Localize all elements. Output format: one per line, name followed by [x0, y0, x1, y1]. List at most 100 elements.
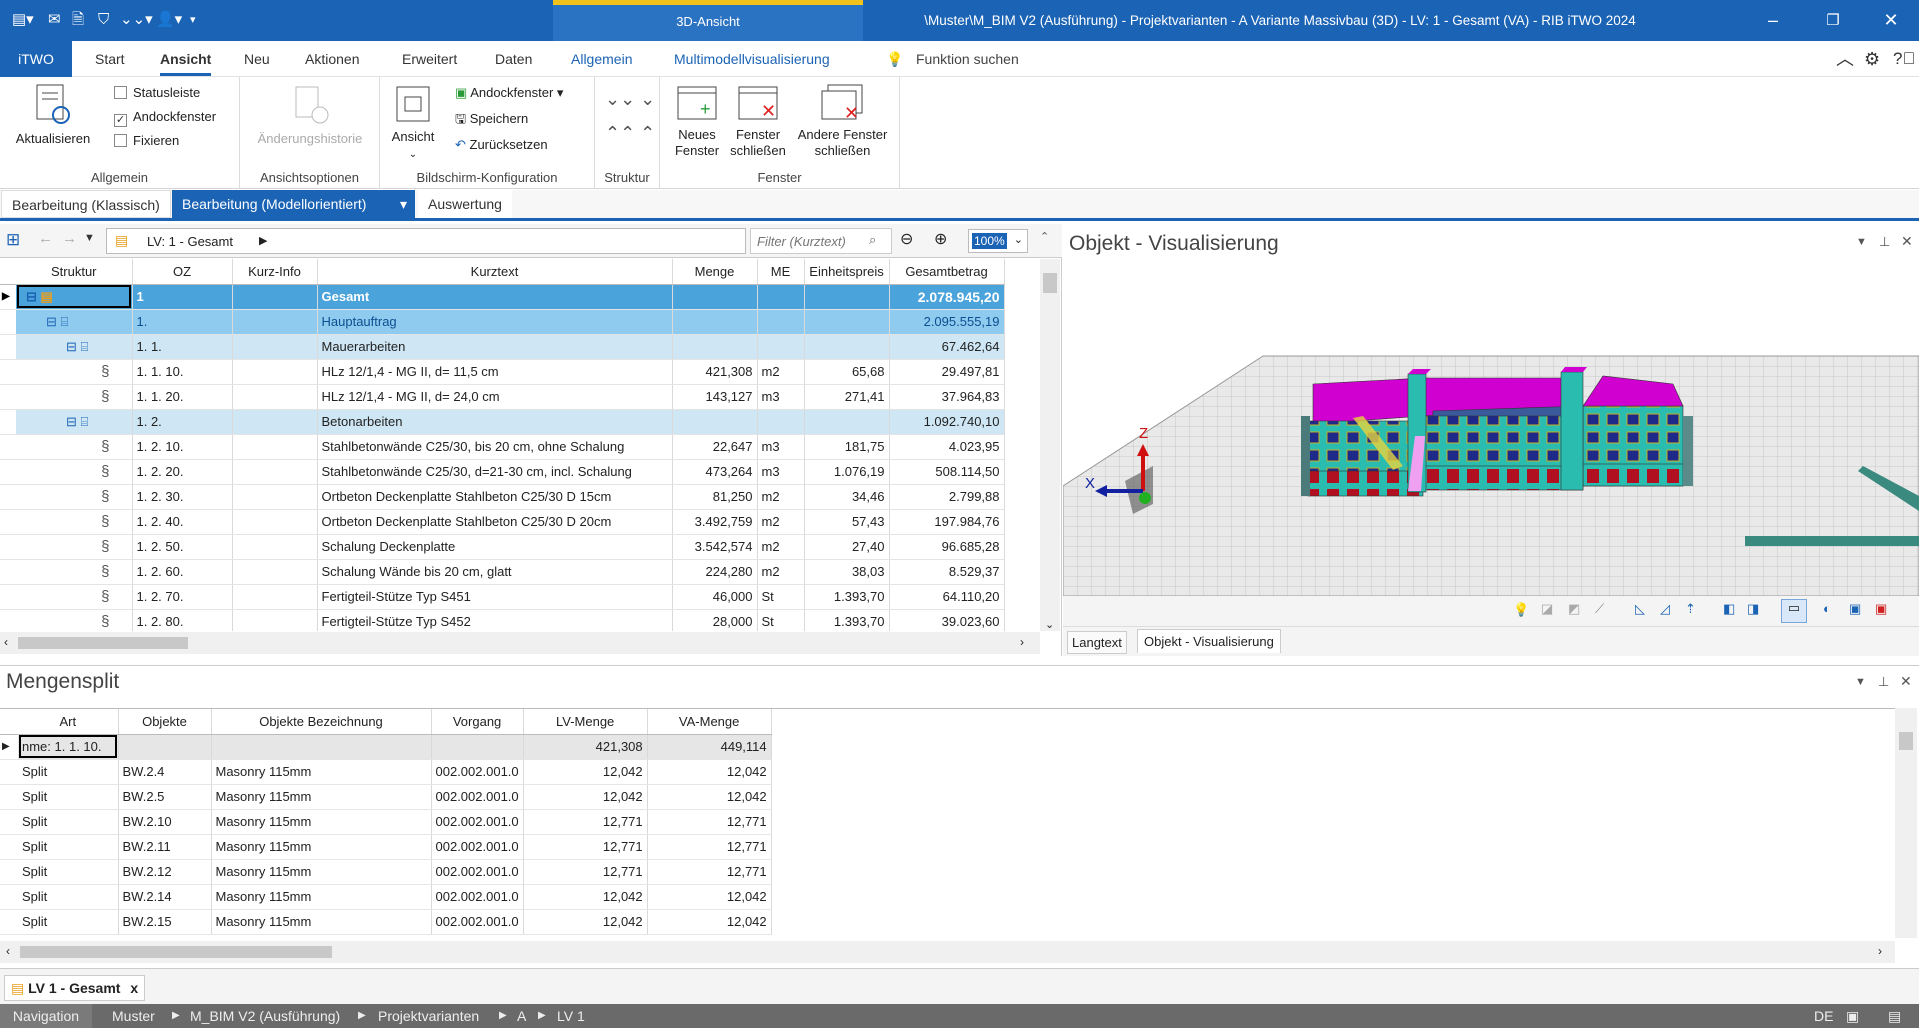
lv-row[interactable]: § 1. 1. 20. HLz 12/1,4 - MG II, d= 24,0 cm… [0, 384, 1005, 410]
row-selector[interactable] [0, 509, 16, 535]
cell-art[interactable]: Split [18, 809, 119, 835]
cell-menge[interactable]: 3.542,574 [672, 534, 758, 560]
tab-neu[interactable]: Neu [244, 41, 270, 77]
cell-me[interactable]: m2 [757, 484, 805, 510]
crumb-mbim[interactable]: M_BIM V2 (Ausführung) [190, 1004, 340, 1028]
cell-va-menge[interactable]: 12,771 [647, 809, 772, 835]
cell-menge[interactable]: 421,308 [672, 359, 758, 385]
collapse-all-icon[interactable]: ⌄⌄▾ [120, 9, 153, 31]
cell-vorgang[interactable]: 002.002.001.0 [431, 759, 524, 785]
cell-vorgang[interactable]: 002.002.001.0 [431, 909, 524, 935]
cell-lv-menge[interactable]: 12,771 [523, 859, 648, 885]
tab-ansicht[interactable]: Ansicht [160, 41, 212, 76]
ms-hscroll-thumb[interactable] [20, 946, 332, 958]
lv-vscroll-thumb[interactable] [1043, 273, 1057, 293]
cell-oz[interactable]: 1. 1. 20. [132, 384, 233, 410]
cell-kurzinfo[interactable] [232, 534, 318, 560]
cell-einheitspreis[interactable] [804, 309, 890, 335]
cell-kurztext[interactable]: Ortbeton Deckenplatte Stahlbeton C25/30 … [317, 509, 673, 535]
cell-me[interactable]: m2 [757, 559, 805, 585]
contrast-icon[interactable]: ◐ [1823, 601, 1831, 616]
cell-art[interactable]: Split [18, 759, 119, 785]
lv-row[interactable]: § 1. 2. 30. Ortbeton Deckenplatte Stahlbet… [0, 484, 1005, 510]
cell-kurzinfo[interactable] [232, 484, 318, 510]
lv-row[interactable]: § 1. 2. 10. Stahlbetonwände C25/30, bis 20… [0, 434, 1005, 460]
fixieren-checkbox[interactable]: Fixieren [114, 131, 179, 151]
light-icon[interactable]: 💡 [1513, 602, 1529, 618]
cell-menge[interactable]: 143,127 [672, 384, 758, 410]
help-icon[interactable]: ?⃝ [1893, 41, 1915, 77]
cell-oz[interactable]: 1. 2. 40. [132, 509, 233, 535]
cell-kurztext[interactable]: Stahlbetonwände C25/30, d=21-30 cm, incl… [317, 459, 673, 485]
tree-node-icon[interactable]: ⊟ [20, 339, 81, 354]
cell-me[interactable] [757, 284, 805, 310]
cell-kurzinfo[interactable] [232, 609, 318, 631]
col-objekte-bezeichnung[interactable]: Objekte Bezeichnung [211, 709, 432, 735]
col-kurztext[interactable]: Kurztext [317, 259, 673, 285]
crumb-a[interactable]: A [517, 1004, 526, 1028]
lv-row[interactable]: ⊟ ⌸ 1. 1. Mauerarbeiten 67.462,64 [0, 334, 1005, 360]
col-lv-menge[interactable]: LV-Menge [523, 709, 648, 735]
mode-dropdown-icon[interactable]: ▾ [394, 190, 414, 218]
cell-kurztext[interactable]: Betonarbeiten [317, 409, 673, 435]
cell-me[interactable]: m2 [757, 534, 805, 560]
scroll-up-icon[interactable]: ⌃ [1040, 230, 1049, 243]
tab-allgemein[interactable]: Allgemein [571, 41, 632, 77]
cell-lv-menge[interactable]: 12,042 [523, 759, 648, 785]
cell-art[interactable]: Split [18, 834, 119, 860]
tree-node-icon[interactable]: ⊟ [20, 314, 61, 329]
customize-qat-icon[interactable]: ▾ [190, 9, 196, 31]
cell-menge[interactable] [672, 409, 758, 435]
app-menu-icon[interactable]: ▤▾ [12, 9, 34, 31]
cell-vorgang[interactable]: 002.002.001.0 [431, 834, 524, 860]
cell-objekte[interactable]: BW.2.5 [118, 784, 212, 810]
ms-summary-row[interactable]: ▶ nme: 1. 1. 10. 421,308 449,114 [0, 734, 772, 760]
crumb-lv1[interactable]: LV 1 [557, 1004, 585, 1028]
ms-horizontal-scrollbar[interactable]: ‹ › [0, 941, 1895, 963]
filter-field[interactable]: ⌕ [750, 228, 892, 254]
cell-kurztext[interactable]: HLz 12/1,4 - MG II, d= 24,0 cm [317, 384, 673, 410]
filter-icon[interactable]: ⛉ [98, 9, 109, 31]
ms-vertical-scrollbar[interactable] [1895, 708, 1917, 938]
back-icon[interactable]: ← [38, 230, 53, 247]
tab-multimodellvisualisierung[interactable]: Multimodellvisualisierung [674, 41, 830, 77]
lv-row[interactable]: § 1. 1. 10. HLz 12/1,4 - MG II, d= 11,5 cm… [0, 359, 1005, 385]
language-indicator[interactable]: DE [1814, 1004, 1833, 1028]
cell-lv-menge[interactable]: 421,308 [523, 734, 648, 760]
filter-input[interactable] [751, 229, 861, 253]
ms-row-selector[interactable] [0, 859, 18, 885]
crumb-projektvarianten[interactable]: Projektvarianten [378, 1004, 479, 1028]
ms-row-selector[interactable] [0, 759, 18, 785]
andere-fenster-schliessen-button[interactable]: ✕ Andere Fenster schließen [790, 83, 895, 159]
row-selector[interactable] [0, 434, 16, 460]
cell-einheitspreis[interactable] [804, 409, 890, 435]
collapse-all-struct-icon[interactable]: ⌃⌃ ⌃ [605, 123, 655, 143]
row-selector[interactable] [0, 409, 16, 435]
cell-oz[interactable]: 1. 2. 20. [132, 459, 233, 485]
lv-row[interactable]: ⊟ ⌸ 1. 2. Betonarbeiten 1.092.740,10 [0, 409, 1005, 435]
plane2-icon[interactable]: ◨ [1747, 601, 1759, 617]
cell-oz[interactable]: 1. [132, 309, 233, 335]
cell-oz[interactable]: 1. 1. 10. [132, 359, 233, 385]
cell-einheitspreis[interactable]: 57,43 [804, 509, 890, 535]
tab-itwo[interactable]: iTWO [0, 41, 72, 77]
cell-einheitspreis[interactable]: 181,75 [804, 434, 890, 460]
speichern-button[interactable]: 🖫 Speichern [455, 109, 528, 129]
fenster-schliessen-button[interactable]: ✕ Fenster schließen [728, 83, 788, 159]
cell-kurzinfo[interactable] [232, 559, 318, 585]
tab-objekt-visualisierung[interactable]: Objekt - Visualisierung [1137, 629, 1281, 653]
cell-kurzinfo[interactable] [232, 334, 318, 360]
statusleiste-checkbox[interactable]: Statusleiste [114, 83, 200, 103]
col-me[interactable]: ME [757, 259, 805, 285]
ms-row-selector[interactable] [0, 784, 18, 810]
measure-icon[interactable]: ◪ [1541, 601, 1553, 617]
ms-scroll-right-icon[interactable]: › [1878, 944, 1882, 958]
scroll-down-icon[interactable]: ⌄ [1045, 618, 1054, 631]
cell-kurzinfo[interactable] [232, 434, 318, 460]
tab-daten[interactable]: Daten [495, 41, 532, 77]
cell-me[interactable]: m2 [757, 509, 805, 535]
cell-einheitspreis[interactable]: 34,46 [804, 484, 890, 510]
cell-lv-menge[interactable]: 12,042 [523, 909, 648, 935]
cell-va-menge[interactable]: 12,042 [647, 884, 772, 910]
tree-node-icon[interactable]: ⊟ [20, 414, 81, 429]
